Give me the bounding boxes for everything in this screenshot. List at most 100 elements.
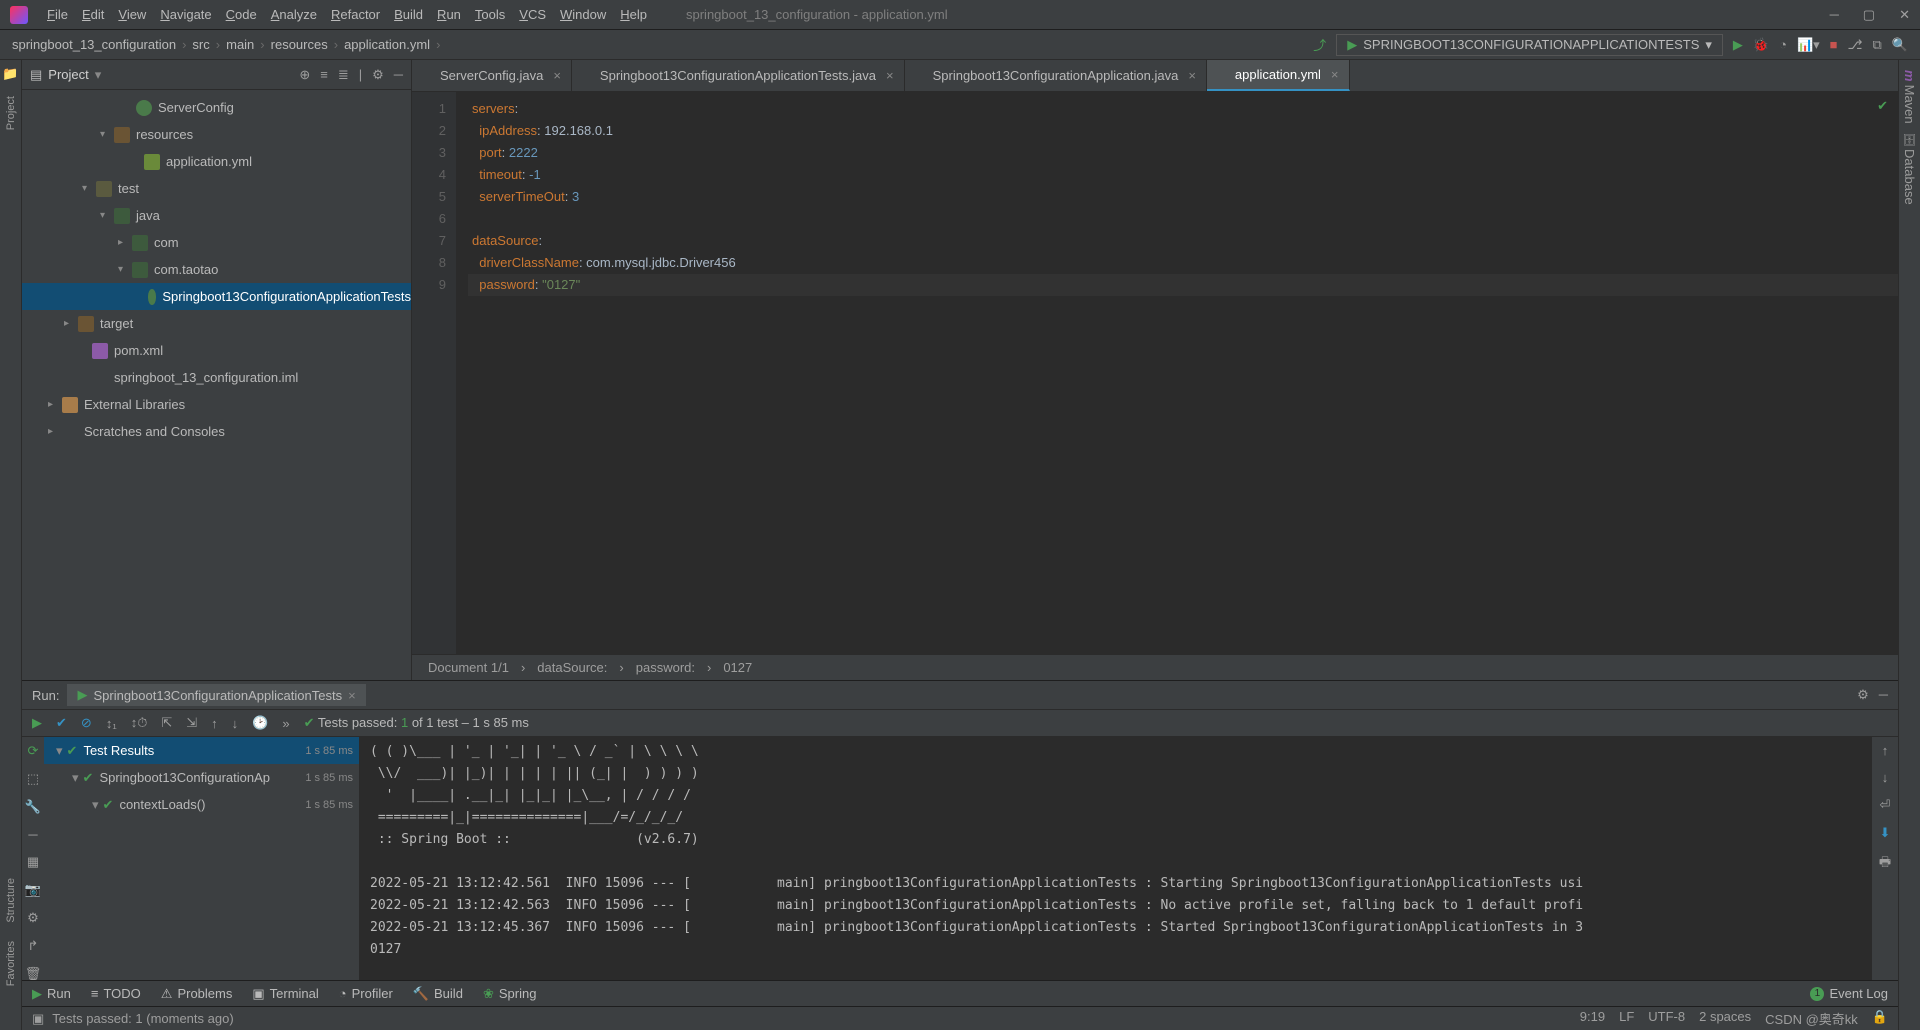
- tree-node[interactable]: ▾java: [22, 202, 411, 229]
- menu-item-vcs[interactable]: VCS: [512, 3, 553, 26]
- tree-node[interactable]: ▸com: [22, 229, 411, 256]
- breadcrumb-item[interactable]: main: [226, 37, 254, 52]
- project-tool-tab[interactable]: Project: [5, 92, 17, 134]
- hide-icon[interactable]: ─: [394, 67, 403, 83]
- minimize-icon[interactable]: ─: [1830, 7, 1839, 23]
- stop-icon[interactable]: ■: [1830, 37, 1838, 52]
- expand-all-icon[interactable]: ⇱: [161, 715, 172, 731]
- project-tool-icon[interactable]: 📁: [2, 66, 18, 82]
- line-sep[interactable]: LF: [1619, 1009, 1634, 1028]
- structure-tool-tab[interactable]: Structure: [5, 874, 17, 927]
- sort-icon[interactable]: ↕₁: [106, 716, 117, 731]
- close-icon[interactable]: ×: [1331, 67, 1339, 82]
- toggle-pass-icon[interactable]: ✔: [56, 715, 67, 731]
- editor-tab[interactable]: Springboot13ConfigurationApplication.jav…: [905, 60, 1207, 91]
- tree-node[interactable]: Springboot13ConfigurationApplicationTest…: [22, 283, 411, 310]
- chevron-down-icon[interactable]: ▾: [95, 67, 102, 83]
- menu-item-tools[interactable]: Tools: [468, 3, 512, 26]
- favorites-tool-tab[interactable]: Favorites: [5, 937, 17, 990]
- history-icon[interactable]: 🕑: [252, 715, 268, 731]
- tree-node[interactable]: pom.xml: [22, 337, 411, 364]
- rerun-icon[interactable]: ⟳: [28, 743, 39, 759]
- build-icon[interactable]: ⤴: [1313, 35, 1326, 54]
- build-tool-tab[interactable]: 🔨Build: [413, 986, 463, 1002]
- wrench-icon[interactable]: 🔧: [25, 799, 41, 815]
- breadcrumb-item[interactable]: src: [192, 37, 209, 52]
- editor-tab[interactable]: Springboot13ConfigurationApplicationTest…: [572, 60, 905, 91]
- more-icon[interactable]: »: [282, 716, 289, 731]
- tree-node[interactable]: ▸External Libraries: [22, 391, 411, 418]
- menu-item-refactor[interactable]: Refactor: [324, 3, 387, 26]
- print-icon[interactable]: 🖶: [1879, 853, 1891, 875]
- menu-item-build[interactable]: Build: [387, 3, 430, 26]
- console-output[interactable]: ( ( )\___ | '_ | '_| | '_ \ / _` | \ \ \…: [360, 737, 1872, 980]
- update-icon[interactable]: ⬇: [1880, 825, 1891, 841]
- tree-node[interactable]: ServerConfig: [22, 94, 411, 121]
- project-tree[interactable]: ServerConfig▾resourcesapplication.yml▾te…: [22, 90, 411, 680]
- menu-item-code[interactable]: Code: [219, 3, 264, 26]
- encoding[interactable]: UTF-8: [1648, 1009, 1685, 1028]
- breadcrumb-item[interactable]: application.yml: [344, 37, 430, 52]
- prev-icon[interactable]: ↑: [211, 716, 218, 731]
- crumb-item[interactable]: dataSource:: [537, 660, 607, 675]
- run-tab[interactable]: ▶ Springboot13ConfigurationApplicationTe…: [67, 684, 365, 706]
- profile-icon[interactable]: 📊▾: [1797, 37, 1820, 53]
- stop-icon[interactable]: ⬚: [27, 771, 39, 787]
- menu-item-edit[interactable]: Edit: [75, 3, 111, 26]
- lock-icon[interactable]: 🔒: [1872, 1009, 1888, 1028]
- run-tool-tab[interactable]: ▶Run: [32, 986, 71, 1002]
- todo-tool-tab[interactable]: ≡TODO: [91, 986, 141, 1001]
- exit-icon[interactable]: ↱: [28, 938, 39, 954]
- menu-item-navigate[interactable]: Navigate: [153, 3, 218, 26]
- status-icon[interactable]: ▣: [32, 1011, 44, 1027]
- hide-icon[interactable]: ─: [1879, 687, 1888, 703]
- database-tool-tab[interactable]: 🗄 Database: [1902, 128, 1917, 209]
- collapse-icon[interactable]: ≣: [338, 67, 349, 83]
- layout-icon[interactable]: ▦: [27, 854, 39, 870]
- wrap-icon[interactable]: ⏎: [1880, 797, 1891, 813]
- caret-pos[interactable]: 9:19: [1580, 1009, 1605, 1028]
- menu-item-file[interactable]: File: [40, 3, 75, 26]
- tree-node[interactable]: ▸Scratches and Consoles: [22, 418, 411, 445]
- locate-icon[interactable]: ⊕: [299, 67, 310, 83]
- spring-tool-tab[interactable]: ❀Spring: [483, 986, 536, 1002]
- up-icon[interactable]: ↑: [1882, 743, 1889, 758]
- collapse-all-icon[interactable]: ⇲: [186, 715, 197, 731]
- crumb-item[interactable]: password:: [636, 660, 695, 675]
- debug-icon[interactable]: 🐞: [1753, 37, 1769, 53]
- toggle-ignored-icon[interactable]: ⊘: [81, 715, 92, 731]
- indent[interactable]: 2 spaces: [1699, 1009, 1751, 1028]
- fail-icon[interactable]: ⚙: [27, 910, 39, 926]
- sort-dur-icon[interactable]: ↕⏱: [131, 715, 148, 731]
- git-icon[interactable]: ⎇: [1848, 37, 1863, 53]
- menu-item-window[interactable]: Window: [553, 3, 613, 26]
- menu-item-analyze[interactable]: Analyze: [264, 3, 324, 26]
- profiler-tool-tab[interactable]: ◔Profiler: [339, 986, 393, 1001]
- breadcrumb-item[interactable]: resources: [271, 37, 328, 52]
- menu-item-run[interactable]: Run: [430, 3, 468, 26]
- event-log-tab[interactable]: 1Event Log: [1810, 986, 1888, 1001]
- menu-item-view[interactable]: View: [111, 3, 153, 26]
- open-icon[interactable]: ⧉: [1873, 37, 1882, 53]
- search-icon[interactable]: 🔍: [1892, 37, 1908, 53]
- problems-tool-tab[interactable]: ⚠Problems: [161, 986, 233, 1002]
- gear-icon[interactable]: ⚙: [1857, 687, 1869, 703]
- breadcrumb-item[interactable]: springboot_13_configuration: [12, 37, 176, 52]
- close-icon[interactable]: ×: [886, 68, 894, 83]
- tree-node[interactable]: ▾resources: [22, 121, 411, 148]
- test-node[interactable]: ▾✔contextLoads()1 s 85 ms: [44, 791, 359, 818]
- expand-icon[interactable]: ≡: [320, 67, 328, 83]
- close-icon[interactable]: ×: [553, 68, 561, 83]
- code-text[interactable]: servers: ipAddress: 192.168.0.1 port: 22…: [456, 92, 1898, 654]
- rerun-icon[interactable]: ▶: [32, 715, 42, 731]
- coverage-icon[interactable]: ◔: [1779, 37, 1787, 52]
- gear-icon[interactable]: ⚙: [372, 67, 384, 83]
- next-icon[interactable]: ↓: [232, 716, 239, 731]
- close-icon[interactable]: ✕: [1899, 7, 1910, 23]
- close-icon[interactable]: ×: [348, 688, 356, 703]
- maven-tool-tab[interactable]: m Maven: [1902, 66, 1917, 128]
- terminal-tool-tab[interactable]: ▣Terminal: [252, 986, 318, 1002]
- editor-tab[interactable]: application.yml×: [1207, 60, 1350, 91]
- tree-node[interactable]: ▸target: [22, 310, 411, 337]
- test-results-tree[interactable]: ▾✔Test Results1 s 85 ms▾✔Springboot13Con…: [44, 737, 360, 980]
